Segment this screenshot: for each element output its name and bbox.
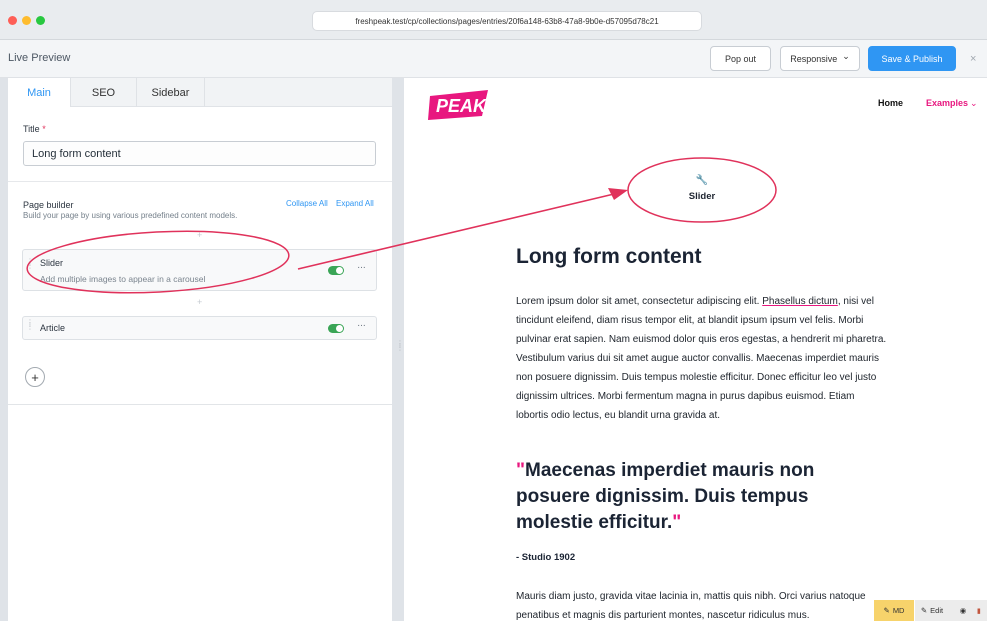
add-set-button[interactable]: +: [25, 367, 45, 387]
browser-chrome: freshpeak.test/cp/collections/pages/entr…: [0, 0, 987, 40]
save-publish-label: Save & Publish: [881, 53, 943, 64]
page-builder-help: Build your page by using various predefi…: [23, 211, 238, 220]
markdown-label: MD: [892, 606, 905, 615]
set-slider[interactable]: ⋮ ⋮ Slider Add multiple images to appear …: [22, 249, 377, 291]
tab-main[interactable]: Main: [8, 78, 71, 107]
editor-tabs: Main SEO Sidebar: [8, 78, 392, 107]
preview-paragraph: Lorem ipsum dolor sit amet, consectetur …: [516, 292, 888, 425]
live-preview-title: Live Preview: [8, 52, 71, 64]
quote-open-mark: ": [516, 460, 526, 481]
address-bar[interactable]: freshpeak.test/cp/collections/pages/entr…: [312, 11, 702, 31]
chevron-down-icon: ⌄: [970, 98, 978, 108]
paragraph-text: , nisi vel tincidunt eleifend, diam risu…: [516, 296, 887, 421]
close-window-button[interactable]: [8, 16, 17, 25]
preview-paragraph-2: Mauris diam justo, gravida vitae lacinia…: [516, 591, 866, 621]
set-article-toggle[interactable]: [328, 324, 344, 333]
nav-home[interactable]: Home: [878, 98, 903, 108]
url-text: freshpeak.test/cp/collections/pages/entr…: [355, 16, 659, 26]
set-slider-subtitle: Add multiple images to appear in a carou…: [40, 274, 206, 284]
page-builder-label: Page builder: [23, 200, 74, 210]
save-publish-button[interactable]: Save & Publish: [868, 46, 956, 71]
section-divider: [8, 181, 392, 182]
tab-sidebar[interactable]: Sidebar: [137, 78, 205, 107]
preview-heading: Long form content: [516, 245, 702, 268]
eye-icon: ◉: [959, 606, 967, 615]
title-field-label: Title *: [23, 124, 46, 134]
collapse-all-link[interactable]: Collapse All: [286, 199, 328, 208]
resize-handle-icon[interactable]: ⋮ ⋮: [396, 340, 404, 352]
edit-button[interactable]: ✎ Edit: [915, 600, 949, 621]
editor-empty-area: [8, 404, 392, 621]
paragraph-text: Lorem ipsum dolor sit amet, consectetur …: [516, 296, 763, 307]
live-preview-header: Live Preview Pop out Responsive ⌄ Save &…: [0, 40, 987, 78]
delete-button[interactable]: ▮: [977, 600, 987, 621]
title-input-value: Long form content: [32, 147, 121, 160]
set-slider-title: Slider: [40, 258, 64, 268]
insert-set-plus-icon[interactable]: +: [197, 230, 202, 240]
set-slider-more-icon[interactable]: ···: [357, 262, 366, 273]
chevron-down-icon: ⌄: [842, 51, 850, 61]
expand-all-link[interactable]: Expand All: [336, 199, 374, 208]
visibility-button[interactable]: ◉: [949, 600, 977, 621]
set-article-more-icon[interactable]: ···: [357, 320, 366, 331]
set-article[interactable]: ⋮ ⋮ Article ···: [22, 316, 377, 340]
edit-label: Edit: [930, 606, 944, 615]
quote-close-mark: ": [672, 512, 682, 533]
slider-placeholder: 🔧 Slider: [682, 175, 722, 204]
quote-citation: - Studio 1902: [516, 552, 576, 563]
close-icon[interactable]: ×: [970, 53, 976, 65]
tab-seo[interactable]: SEO: [71, 78, 137, 107]
pop-out-label: Pop out: [724, 53, 757, 64]
pencil-icon: ✎: [920, 606, 928, 615]
pencil-icon: ✎: [883, 606, 890, 615]
responsive-select[interactable]: Responsive ⌄: [780, 46, 860, 71]
tab-sidebar-label: Sidebar: [151, 86, 190, 99]
drag-handle-icon[interactable]: ⋮ ⋮: [26, 319, 34, 331]
zoom-window-button[interactable]: [36, 16, 45, 25]
minimize-window-button[interactable]: [22, 16, 31, 25]
set-article-title: Article: [40, 323, 66, 333]
quote-text: Maecenas imperdiet mauris non posuere di…: [516, 460, 815, 533]
tab-main-label: Main: [27, 86, 51, 99]
drag-handle-icon[interactable]: ⋮ ⋮: [26, 258, 34, 270]
trash-icon: ▮: [977, 607, 981, 615]
paragraph-link[interactable]: Phasellus dictum: [762, 296, 838, 307]
set-slider-toggle[interactable]: [328, 266, 344, 275]
wrench-icon: 🔧: [695, 175, 709, 186]
insert-set-plus-icon[interactable]: +: [197, 297, 202, 307]
required-marker: *: [42, 124, 46, 134]
peak-logo[interactable]: PEAK: [428, 90, 492, 120]
title-input[interactable]: Long form content: [23, 141, 376, 166]
nav-examples-label: Examples: [926, 98, 969, 108]
nav-examples[interactable]: Examples ⌄: [926, 98, 978, 109]
preview-quote: "Maecenas imperdiet mauris non posuere d…: [516, 458, 871, 536]
tab-seo-label: SEO: [91, 86, 116, 99]
markdown-button[interactable]: ✎ MD: [874, 600, 914, 621]
responsive-label: Responsive: [790, 53, 838, 64]
slider-placeholder-label: Slider: [688, 191, 716, 202]
title-label-text: Title: [23, 124, 40, 134]
logo-text: PEAK: [436, 96, 488, 116]
pop-out-button[interactable]: Pop out: [710, 46, 771, 71]
